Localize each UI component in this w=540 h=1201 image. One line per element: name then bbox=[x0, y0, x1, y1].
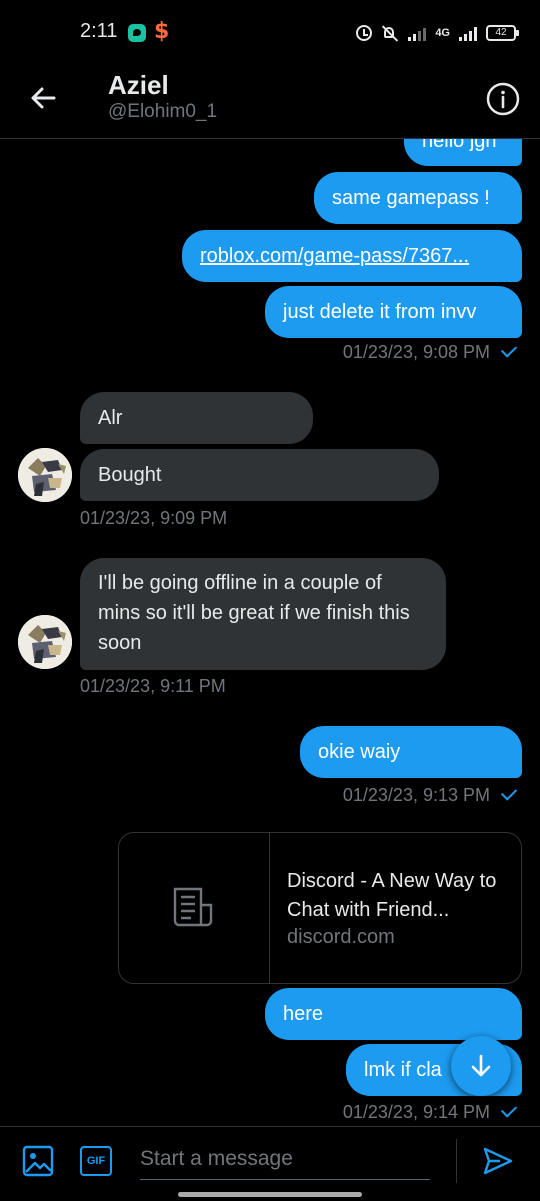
message-text: here bbox=[283, 1003, 324, 1025]
message-text: same gamepass ! bbox=[332, 187, 490, 209]
home-indicator[interactable] bbox=[178, 1192, 362, 1197]
image-icon bbox=[22, 1145, 54, 1177]
message-timestamp: 01/23/23, 9:11 PM bbox=[80, 676, 226, 697]
arrow-down-icon bbox=[471, 1054, 491, 1077]
send-icon bbox=[483, 1147, 513, 1175]
timestamp-text: 01/23/23, 9:09 PM bbox=[80, 508, 228, 528]
message-timestamp: 01/23/23, 9:14 PM bbox=[342, 1101, 518, 1123]
message-text: okie waiy bbox=[318, 741, 401, 763]
message-input[interactable] bbox=[140, 1139, 430, 1180]
mute-icon bbox=[381, 24, 399, 42]
message-bubble[interactable]: just delete it from invv bbox=[265, 286, 522, 338]
info-button[interactable] bbox=[486, 82, 520, 116]
status-time: 2:11 bbox=[80, 20, 118, 42]
sent-check-icon bbox=[500, 784, 518, 801]
link-preview-card[interactable]: Discord - A New Way to Chat with Friend.… bbox=[118, 832, 522, 984]
avatar[interactable] bbox=[18, 615, 72, 669]
message-bubble[interactable]: roblox.com/game-pass/7367... bbox=[182, 230, 522, 282]
scroll-to-bottom-button[interactable] bbox=[451, 1036, 511, 1096]
avatar-image bbox=[18, 615, 72, 669]
message-bubble[interactable]: okie waiy bbox=[300, 726, 522, 778]
status-bar: 2:11 $ 4G 42 bbox=[0, 0, 540, 64]
status-icons: 4G 42 bbox=[356, 22, 519, 44]
message-composer: GIF bbox=[0, 1126, 540, 1201]
message-link[interactable]: roblox.com/game-pass/7367... bbox=[200, 245, 469, 267]
message-text: Bought bbox=[98, 464, 162, 486]
message-text: lmk if cla bbox=[364, 1059, 442, 1081]
s-app-notification-icon: $ bbox=[154, 19, 170, 44]
link-preview-domain: discord.com bbox=[287, 926, 395, 948]
composer-divider bbox=[456, 1139, 457, 1183]
message-bubble[interactable]: same gamepass ! bbox=[314, 172, 522, 224]
conversation-header: Aziel @Elohim0_1 bbox=[0, 64, 540, 139]
timestamp-text: 01/23/23, 9:14 PM bbox=[342, 1102, 490, 1122]
message-timestamp: 01/23/23, 9:08 PM bbox=[342, 341, 518, 363]
message-bubble[interactable]: here bbox=[265, 988, 522, 1040]
message-bubble[interactable]: Alr bbox=[80, 392, 313, 444]
arrow-left-icon bbox=[31, 87, 56, 109]
network-type: 4G bbox=[435, 26, 450, 39]
link-preview-thumbnail bbox=[119, 833, 270, 983]
timestamp-text: 01/23/23, 9:08 PM bbox=[342, 342, 490, 362]
send-button[interactable] bbox=[482, 1145, 514, 1182]
sent-check-icon bbox=[500, 1101, 518, 1118]
add-image-button[interactable] bbox=[22, 1145, 54, 1182]
back-button[interactable] bbox=[24, 78, 64, 118]
message-bubble[interactable]: Bought bbox=[80, 449, 439, 501]
signal-icon bbox=[408, 25, 427, 41]
link-preview-title: Discord - A New Way to Chat with Friend.… bbox=[287, 870, 497, 921]
avatar-image bbox=[18, 448, 72, 502]
message-text: Alr bbox=[98, 407, 123, 429]
chat-app-notification-icon bbox=[128, 24, 146, 42]
alarm-icon bbox=[356, 25, 373, 41]
message-timestamp: 01/23/23, 9:13 PM bbox=[342, 784, 518, 806]
sent-check-icon bbox=[500, 341, 518, 358]
info-icon bbox=[486, 82, 520, 116]
conversation-handle: @Elohim0_1 bbox=[108, 101, 218, 122]
article-icon bbox=[173, 887, 213, 927]
message-bubble[interactable]: I'll be going offline in a couple of min… bbox=[80, 558, 446, 670]
message-timestamp: 01/23/23, 9:09 PM bbox=[80, 508, 227, 529]
timestamp-text: 01/23/23, 9:11 PM bbox=[80, 676, 226, 696]
gif-button[interactable]: GIF bbox=[80, 1146, 112, 1176]
message-text: just delete it from invv bbox=[283, 301, 477, 323]
timestamp-text: 01/23/23, 9:13 PM bbox=[342, 785, 490, 805]
avatar[interactable] bbox=[18, 448, 72, 502]
signal-icon-2 bbox=[459, 25, 477, 41]
conversation-name[interactable]: Aziel bbox=[108, 70, 169, 101]
message-text: I'll be going offline in a couple of min… bbox=[98, 572, 410, 654]
battery-icon: 42 bbox=[486, 25, 519, 41]
